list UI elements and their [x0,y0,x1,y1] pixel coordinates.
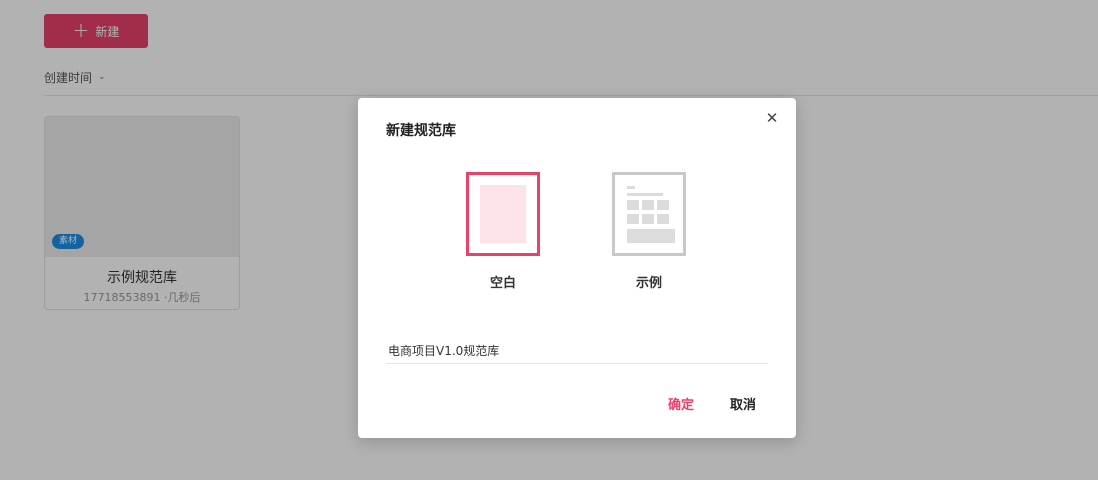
confirm-button[interactable]: 确定 [666,392,696,415]
blank-template-thumbnail [466,172,540,256]
template-label-example: 示例 [635,276,662,291]
example-template-thumbnail [612,172,686,256]
dialog-title: 新建规范库 [386,123,456,139]
template-label-blank: 空白 [489,276,516,291]
template-option-example[interactable]: 示例 [604,172,694,291]
blank-page-icon [480,185,526,243]
library-name-input[interactable] [386,338,768,364]
template-option-blank[interactable]: 空白 [458,172,548,291]
cancel-button[interactable]: 取消 [728,392,758,415]
close-icon[interactable]: ✕ [764,110,780,126]
new-library-dialog: 新建规范库 ✕ 空白 示例 确定 取消 [358,98,796,438]
